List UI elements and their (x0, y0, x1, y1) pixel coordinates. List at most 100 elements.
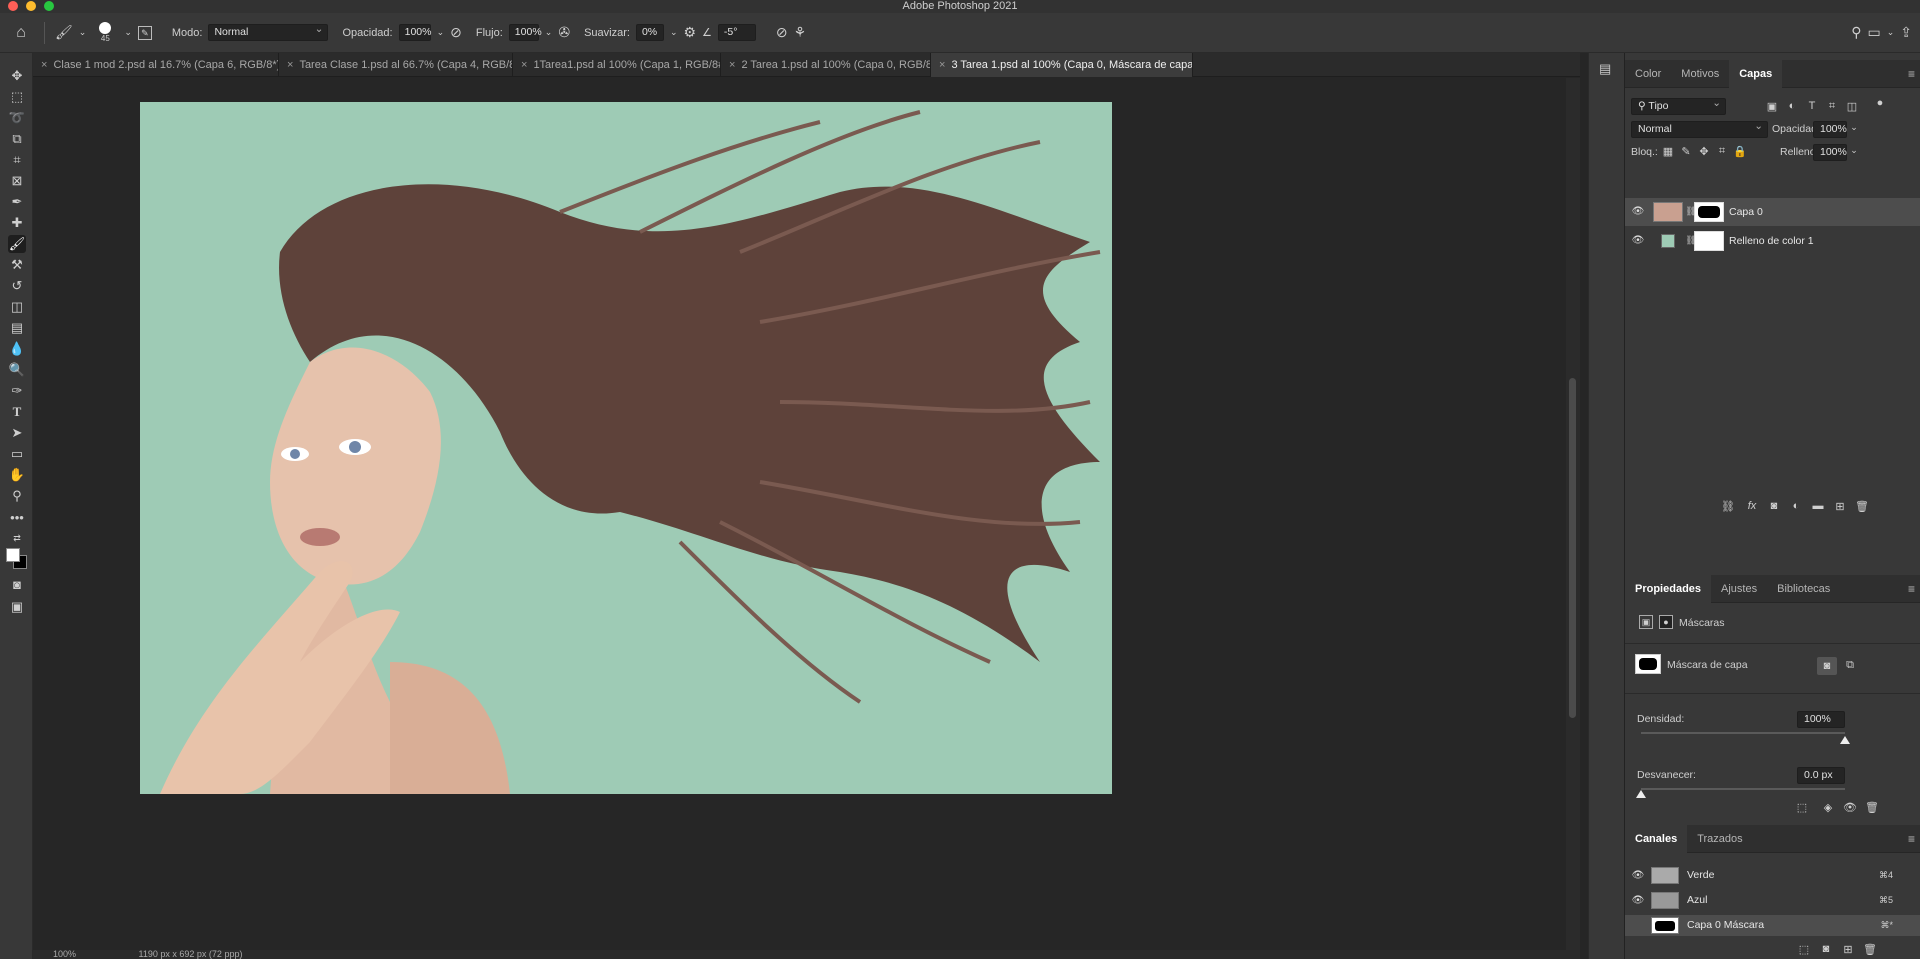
vertical-scrollbar[interactable] (1566, 78, 1580, 950)
doc-tab[interactable]: × 1Tarea1.psd al 100% (Capa 1, RGB/8#) (513, 53, 721, 77)
pressure-size-icon[interactable]: ⊘ (776, 24, 788, 41)
brush-tool-icon[interactable]: 🖌 (8, 235, 26, 253)
select-mask-icon[interactable]: ◙ (1817, 657, 1837, 675)
layer-row[interactable]: 👁 ⛓ Relleno de color 1 (1625, 227, 1920, 255)
zoom-window-button[interactable] (44, 1, 54, 11)
home-icon[interactable]: ⌂ (8, 24, 34, 42)
density-slider-knob[interactable] (1840, 736, 1850, 744)
marquee-tool-icon[interactable]: ⬚ (8, 88, 26, 106)
more-tools-icon[interactable]: ••• (8, 509, 26, 527)
quick-mask-icon[interactable]: ◙ (8, 576, 26, 594)
visibility-eye-icon[interactable]: 👁 (1631, 895, 1645, 906)
lock-artboard-icon[interactable]: ⌗ (1715, 145, 1729, 158)
apply-vector-mask-icon[interactable]: ⧉ (1843, 659, 1857, 672)
gear-icon[interactable]: ⚙ (683, 24, 696, 41)
layer-row[interactable]: 👁 ⛓ Capa 0 (1625, 198, 1920, 226)
channel-row[interactable]: 👁 Azul ⌘5 (1625, 890, 1920, 911)
zoom-tool-icon[interactable]: ⚲ (8, 487, 26, 505)
density-slider-track[interactable] (1641, 732, 1845, 734)
blur-tool-icon[interactable]: 💧 (8, 340, 26, 358)
search-icon[interactable]: ⚲ (1851, 24, 1861, 41)
opacity-input[interactable]: 100% (398, 24, 431, 41)
history-icon[interactable]: ▤ (1599, 61, 1611, 77)
workspace-icon[interactable]: ▭ (1867, 24, 1880, 41)
healing-brush-tool-icon[interactable]: ✚ (8, 214, 26, 232)
add-mask-icon[interactable]: ◙ (1767, 500, 1781, 512)
close-tab-icon[interactable]: × (939, 59, 945, 71)
minimize-window-button[interactable] (26, 1, 36, 11)
disable-mask-eye-icon[interactable]: 👁 (1843, 801, 1857, 814)
fx-icon[interactable]: fx (1745, 500, 1759, 512)
save-selection-icon[interactable]: ◙ (1819, 943, 1833, 955)
filter-pixel-icon[interactable]: ▣ (1765, 100, 1779, 113)
density-input[interactable]: 100% (1797, 711, 1845, 728)
flow-input[interactable]: 100% (508, 24, 542, 41)
symmetry-icon[interactable]: ⚘ (794, 24, 807, 41)
document-canvas[interactable] (140, 102, 1112, 794)
close-tab-icon[interactable]: × (729, 59, 735, 71)
path-selection-tool-icon[interactable]: ➤ (8, 424, 26, 442)
chevron-down-icon[interactable]: ⌄ (124, 27, 132, 38)
pen-tool-icon[interactable]: ✑ (8, 382, 26, 400)
tab-propiedades[interactable]: Propiedades (1625, 575, 1712, 603)
visibility-box[interactable]: · (1631, 920, 1645, 931)
doc-tab[interactable]: × 2 Tarea 1.psd al 100% (Capa 0, RGB/8#) (721, 53, 931, 77)
chevron-down-icon[interactable]: ⌄ (437, 27, 445, 38)
move-tool-icon[interactable]: ✥ (8, 67, 26, 85)
delete-channel-icon[interactable]: 🗑 (1863, 943, 1877, 956)
swap-colors-icon[interactable]: ⇄ (8, 529, 26, 547)
mode-select[interactable]: Normal (208, 22, 329, 41)
crop-tool-icon[interactable]: ⌗ (8, 151, 26, 169)
frame-tool-icon[interactable]: ⊠ (8, 172, 26, 190)
channel-row[interactable]: 👁 Verde ⌘4 (1625, 865, 1920, 886)
layer-name[interactable]: Relleno de color 1 (1729, 235, 1814, 247)
chevron-down-icon[interactable]: ⌄ (79, 27, 87, 38)
close-window-button[interactable] (8, 1, 18, 11)
chevron-down-icon[interactable]: ⌄ (1847, 122, 1861, 133)
new-layer-icon[interactable]: ⊞ (1833, 500, 1847, 513)
brush-settings-icon[interactable]: ✎ (137, 25, 152, 40)
rectangle-tool-icon[interactable]: ▭ (8, 445, 26, 463)
history-brush-tool-icon[interactable]: ↺ (8, 277, 26, 295)
lock-image-icon[interactable]: ✎ (1679, 145, 1693, 158)
layer-filter-select[interactable]: ⚲ Tipo (1631, 96, 1726, 115)
type-tool-icon[interactable]: T (8, 403, 26, 421)
new-channel-icon[interactable]: ⊞ (1841, 943, 1855, 956)
object-selection-tool-icon[interactable]: ⧉ (8, 130, 26, 148)
screen-mode-icon[interactable]: ▣ (8, 598, 26, 616)
pixel-mask-icon[interactable]: ▣ (1639, 615, 1653, 629)
link-layers-icon[interactable]: ⛓ (1721, 500, 1735, 513)
vector-mask-icon[interactable]: ● (1659, 615, 1673, 629)
panel-menu-icon[interactable]: ≡ (1908, 825, 1915, 853)
tab-capas[interactable]: Capas (1729, 60, 1783, 88)
close-tab-icon[interactable]: × (287, 59, 293, 71)
tab-trazados[interactable]: Trazados (1687, 825, 1752, 853)
filter-toggle-icon[interactable]: ● (1873, 97, 1887, 109)
eyedropper-tool-icon[interactable]: ✒ (8, 193, 26, 211)
delete-mask-icon[interactable]: 🗑 (1865, 801, 1879, 814)
load-channel-selection-icon[interactable]: ⬚ (1797, 943, 1811, 956)
layer-opacity-input[interactable]: 100% (1813, 121, 1847, 138)
new-group-icon[interactable]: ▬ (1811, 500, 1825, 512)
tab-ajustes[interactable]: Ajustes (1711, 575, 1767, 603)
doc-tab[interactable]: × Clase 1 mod 2.psd al 16.7% (Capa 6, RGB… (33, 53, 279, 77)
lock-transparent-icon[interactable]: ▦ (1661, 145, 1675, 158)
hand-tool-icon[interactable]: ✋ (8, 466, 26, 484)
tab-color[interactable]: Color (1625, 60, 1671, 88)
lock-position-icon[interactable]: ✥ (1697, 145, 1711, 158)
feather-slider-knob[interactable] (1636, 790, 1646, 798)
brush-preset-picker[interactable]: 45 (92, 22, 118, 43)
zoom-level[interactable]: 100% (53, 949, 76, 959)
close-tab-icon[interactable]: × (41, 59, 47, 71)
feather-input[interactable]: 0.0 px (1797, 767, 1845, 784)
panel-menu-icon[interactable]: ≡ (1908, 575, 1915, 603)
lasso-tool-icon[interactable]: ➰ (8, 109, 26, 127)
gradient-tool-icon[interactable]: ▤ (8, 319, 26, 337)
smooth-input[interactable]: 0% (635, 24, 664, 41)
airbrush-icon[interactable]: ✇ (558, 24, 570, 41)
scrollbar-thumb[interactable] (1569, 378, 1576, 718)
clone-stamp-tool-icon[interactable]: ⚒ (8, 256, 26, 274)
close-tab-icon[interactable]: × (521, 59, 527, 71)
panel-menu-icon[interactable]: ≡ (1908, 60, 1915, 88)
brush-tool-icon[interactable]: 🖌 (55, 24, 73, 41)
